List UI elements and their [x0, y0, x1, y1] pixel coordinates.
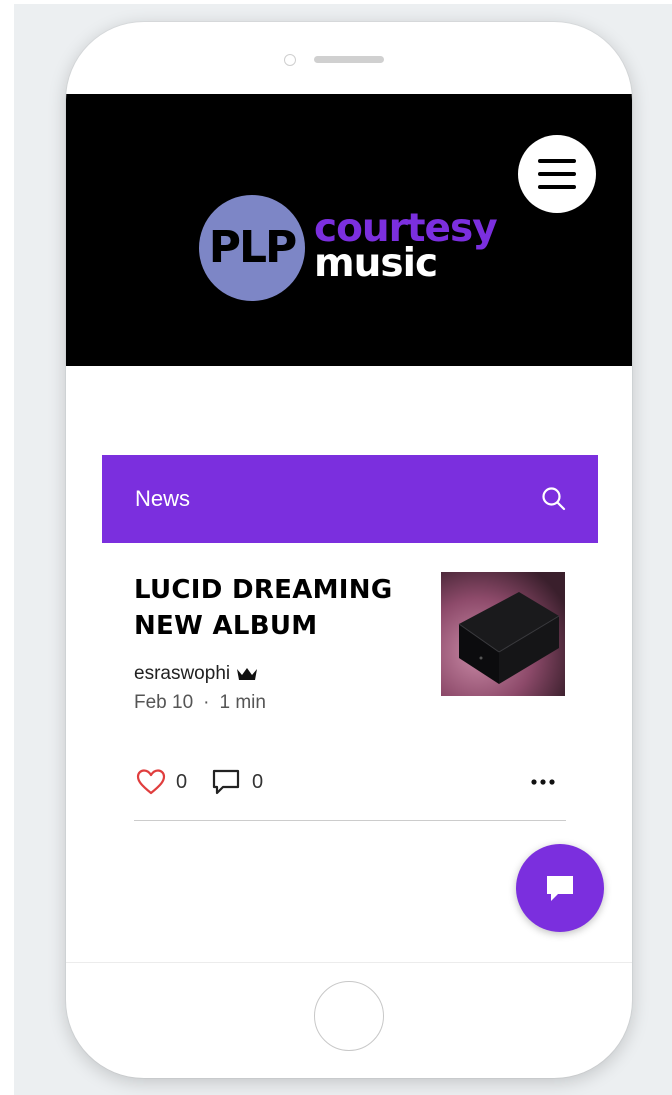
crown-icon — [237, 668, 258, 680]
blog-category-bar: News — [102, 455, 598, 543]
post-author: esraswophi — [134, 663, 231, 684]
more-options-icon[interactable] — [530, 774, 556, 790]
front-camera — [284, 54, 296, 66]
search-icon[interactable] — [540, 485, 568, 513]
category-news-link[interactable]: News — [135, 484, 190, 514]
post-title[interactable]: LUCID DREAMING NEW ALBUM — [134, 572, 434, 644]
comment-count: 0 — [252, 771, 264, 793]
site-header: PLP courtesy music — [66, 94, 632, 366]
like-count: 0 — [176, 771, 188, 793]
heart-icon[interactable] — [136, 768, 166, 796]
mobile-screen: PLP courtesy music News LUCID DREAMING N… — [66, 94, 632, 962]
menu-button[interactable] — [518, 135, 596, 213]
post-title-line-1: LUCID DREAMING — [134, 575, 393, 605]
chat-button[interactable] — [516, 844, 604, 932]
earpiece-speaker — [314, 56, 384, 63]
post-author-row[interactable]: esraswophi — [134, 660, 259, 688]
home-button[interactable] — [314, 981, 384, 1051]
phone-frame: PLP courtesy music News LUCID DREAMING N… — [66, 22, 632, 1078]
logo-monogram: PLP — [208, 222, 298, 273]
post-meta: Feb 10 · 1 min — [134, 692, 266, 714]
comment-icon[interactable] — [211, 768, 241, 796]
post-divider — [134, 820, 566, 821]
meta-separator: · — [203, 692, 210, 713]
post-read-time: 1 min — [219, 692, 266, 713]
post-thumbnail[interactable] — [441, 572, 565, 696]
logo-text-music: music — [314, 241, 438, 286]
post-title-line-2: NEW ALBUM — [134, 611, 318, 641]
home-area-divider — [66, 962, 632, 963]
chat-bubble-icon — [547, 876, 573, 901]
post-date: Feb 10 — [134, 692, 194, 713]
